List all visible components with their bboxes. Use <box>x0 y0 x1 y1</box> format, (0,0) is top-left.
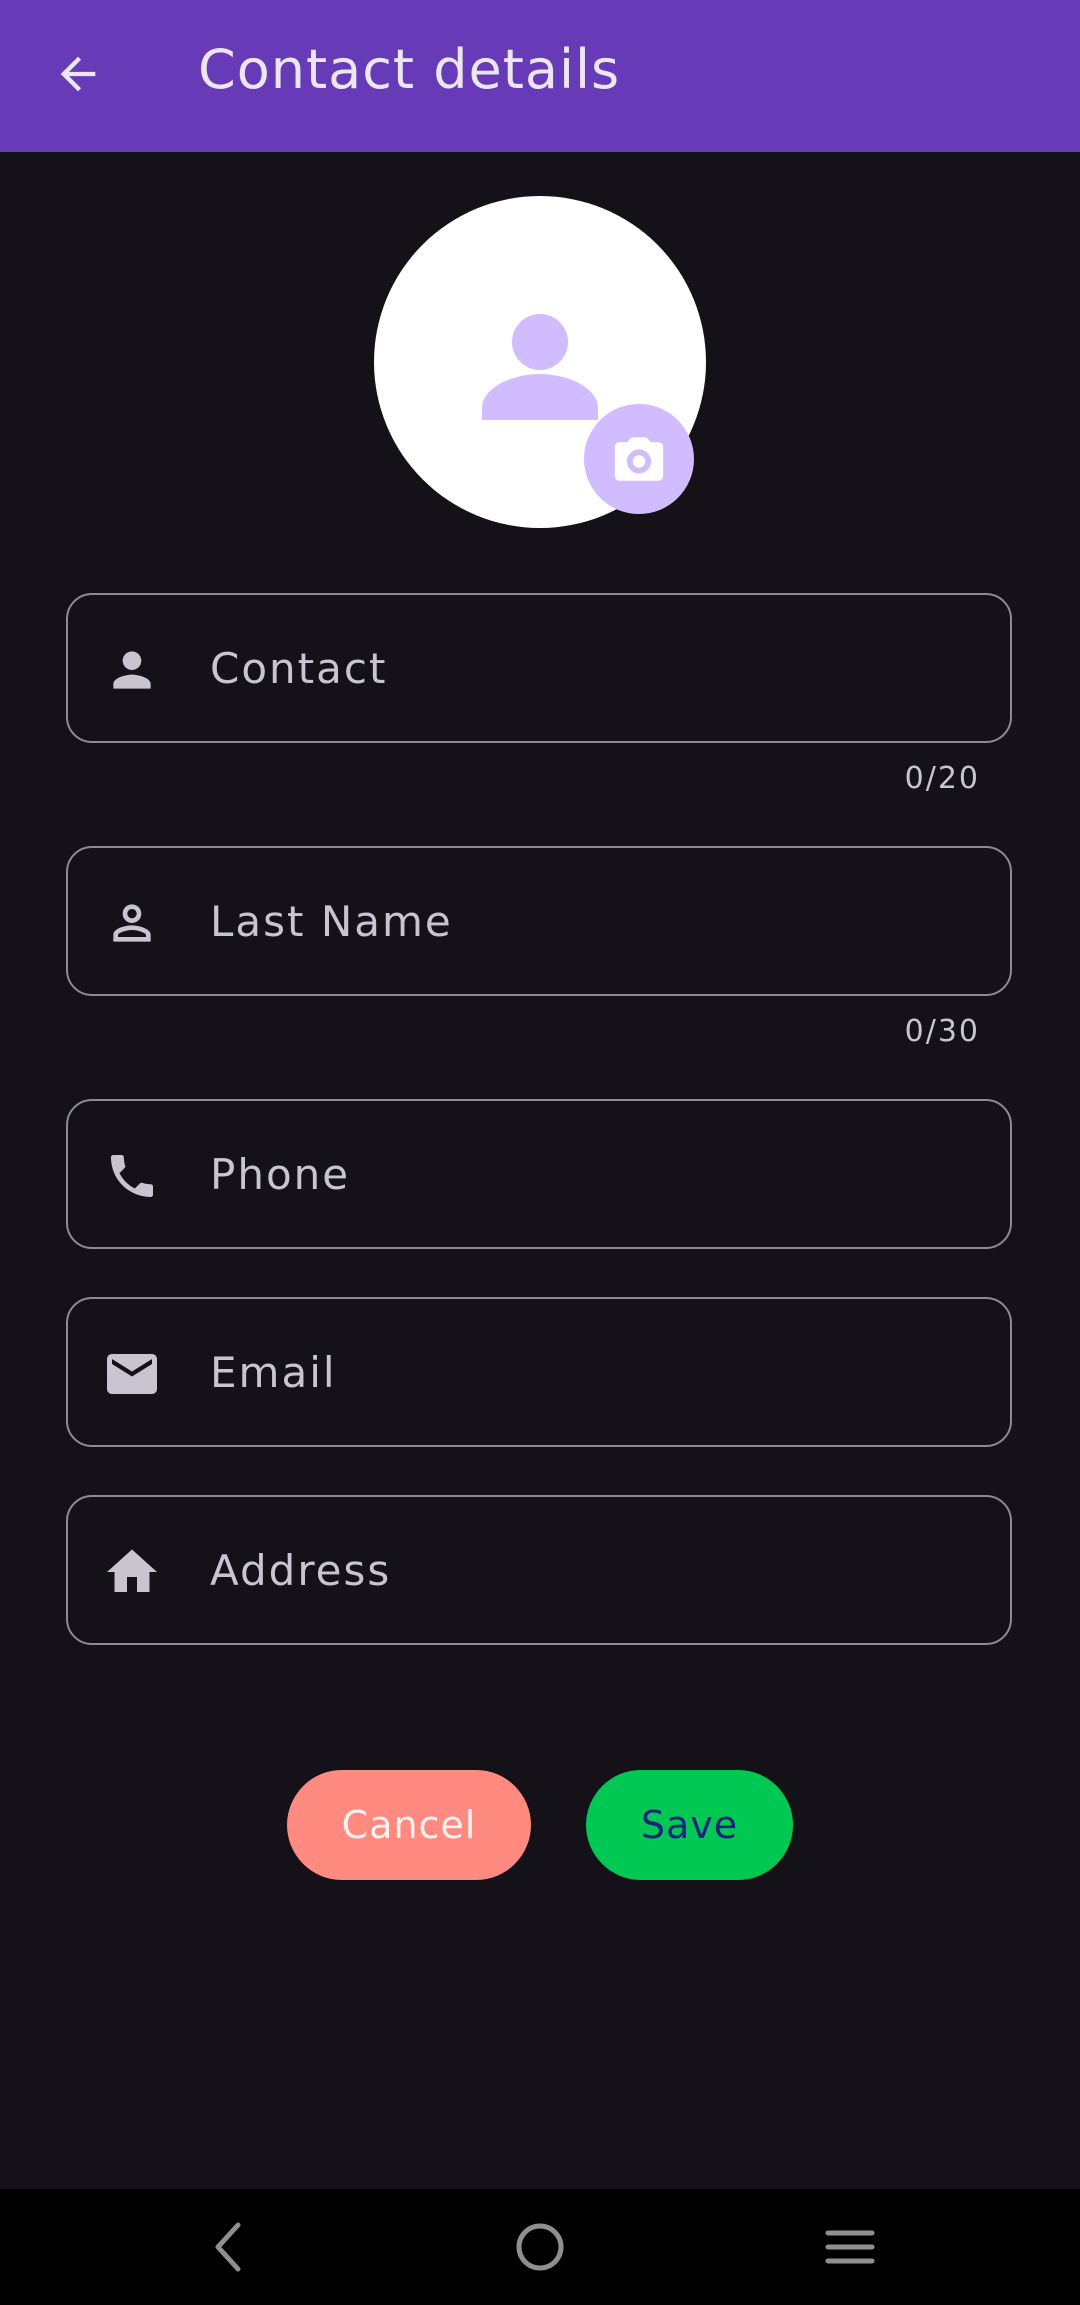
nav-recents-button[interactable] <box>810 2207 890 2287</box>
address-field-label: Address <box>210 1545 392 1595</box>
page-title: Contact details <box>198 38 621 101</box>
person-icon <box>482 314 598 420</box>
phone-field-label: Phone <box>210 1149 351 1199</box>
arrow-back-icon <box>60 56 96 92</box>
back-button[interactable] <box>40 36 116 112</box>
person-outline-icon <box>102 893 162 953</box>
nav-back-icon <box>215 2222 241 2272</box>
save-button[interactable]: Save <box>586 1770 793 1880</box>
phone-icon <box>102 1146 162 1206</box>
nav-back-button[interactable] <box>188 2207 268 2287</box>
app-bar: Contact details <box>0 0 1080 152</box>
contact-field-label: Contact <box>210 643 388 693</box>
email-field-label: Email <box>210 1347 337 1397</box>
nav-home-button[interactable] <box>500 2207 580 2287</box>
address-field[interactable]: Address <box>66 1495 1012 1645</box>
system-nav-bar <box>0 2189 1080 2305</box>
email-field[interactable]: Email <box>66 1297 1012 1447</box>
change-photo-button[interactable] <box>584 404 694 514</box>
contact-field[interactable]: Contact <box>66 593 1012 743</box>
home-icon <box>102 1542 162 1602</box>
nav-home-icon <box>516 2223 564 2271</box>
contact-details-screen: Contact details Contact 0/20 Last Name 0… <box>0 0 1080 2305</box>
last-name-char-counter: 0/30 <box>904 1014 980 1049</box>
phone-field[interactable]: Phone <box>66 1099 1012 1249</box>
camera-icon <box>614 437 664 481</box>
nav-menu-icon <box>825 2230 875 2264</box>
avatar-section <box>374 196 706 528</box>
contact-char-counter: 0/20 <box>904 761 980 796</box>
last-name-field-label: Last Name <box>210 896 453 946</box>
last-name-field[interactable]: Last Name <box>66 846 1012 996</box>
person-filled-icon <box>102 640 162 700</box>
email-icon <box>102 1344 162 1404</box>
cancel-button[interactable]: Cancel <box>287 1770 531 1880</box>
